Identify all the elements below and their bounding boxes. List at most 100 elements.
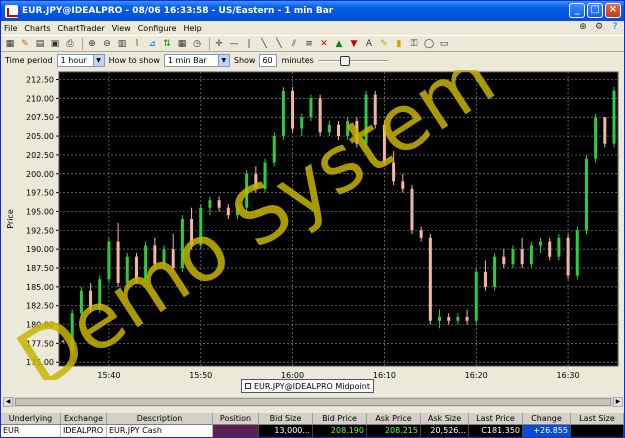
- candle-body: [502, 256, 506, 265]
- close-button[interactable]: ×: [605, 3, 621, 18]
- candle-body: [447, 317, 451, 321]
- cell-exchange: IDEALPRO: [61, 425, 107, 437]
- cell-last-size: [571, 425, 624, 437]
- gear-icon[interactable]: ⚙: [594, 22, 604, 32]
- menu-view[interactable]: View: [112, 24, 131, 33]
- chart-window: EUR.JPY@IDEALPRO - 08/06 16:33:58 - US/E…: [0, 0, 625, 438]
- menu-charttrader[interactable]: ChartTrader: [58, 24, 105, 33]
- y-tick-label: 200.00: [26, 170, 54, 179]
- y-tick-label: 205.00: [26, 132, 54, 141]
- bar-type-icon[interactable]: ▥: [116, 38, 128, 50]
- column-header[interactable]: Ask Price: [367, 413, 421, 425]
- x-tick-label: 15:50: [189, 371, 212, 380]
- cell-change: +26.855: [523, 425, 571, 437]
- x-tick-label: 16:10: [373, 371, 396, 380]
- column-header[interactable]: Description: [107, 413, 213, 425]
- menu-configure[interactable]: Configure: [138, 24, 177, 33]
- minimize-button[interactable]: _: [569, 3, 585, 18]
- how-to-show-select[interactable]: 1 min Bar ▼: [163, 54, 230, 67]
- delete-drawing-icon[interactable]: ✕: [318, 38, 330, 50]
- parallel-line-icon[interactable]: ⫽: [288, 38, 300, 50]
- study-icon[interactable]: ⊿: [146, 38, 158, 50]
- highlight-icon[interactable]: ▮: [393, 38, 405, 50]
- pencil-icon[interactable]: ✎: [378, 38, 390, 50]
- column-header[interactable]: Underlying: [1, 413, 61, 425]
- chart-area[interactable]: 175.00 177.50 180.00 182.50 185.00 187.50 190.…: [1, 70, 624, 400]
- y-tick-label: 185.00: [26, 283, 54, 292]
- maximize-button[interactable]: □: [587, 3, 603, 18]
- y-tick-label: 207.50: [26, 113, 54, 122]
- open-icon[interactable]: ▤: [34, 38, 46, 50]
- arrow-up-icon[interactable]: ▲: [333, 38, 345, 50]
- zoom-out-icon[interactable]: ⊖: [101, 38, 113, 50]
- rectangle-icon[interactable]: ▭: [438, 38, 450, 50]
- candle-body: [456, 317, 460, 321]
- new-chart-icon[interactable]: ▦: [4, 38, 16, 50]
- trend-line-icon[interactable]: ╲: [258, 38, 270, 50]
- text-icon[interactable]: A: [363, 38, 375, 50]
- time-period-select[interactable]: 1 hour ▼: [56, 54, 105, 67]
- menu-bar: File Charts ChartTrader View Configure H…: [1, 21, 624, 35]
- y-tick-label: 190.00: [26, 245, 54, 254]
- candle-body: [401, 181, 405, 189]
- save-icon[interactable]: ▣: [49, 38, 61, 50]
- candle-body: [566, 237, 570, 276]
- cell-ask-size: 20,526...: [421, 425, 469, 437]
- data-icon[interactable]: ▦: [176, 38, 188, 50]
- show-minutes-input[interactable]: 60: [259, 54, 278, 67]
- candle-body: [419, 230, 423, 238]
- column-header[interactable]: Change: [523, 413, 571, 425]
- column-header[interactable]: Bid Price: [313, 413, 367, 425]
- candle-body: [309, 98, 313, 118]
- column-header[interactable]: Ask Size: [421, 413, 469, 425]
- candle-body: [410, 188, 414, 231]
- column-header[interactable]: Last Size: [571, 413, 624, 425]
- fibonacci-icon[interactable]: ≡: [303, 38, 315, 50]
- print-icon[interactable]: ⎙: [64, 38, 76, 50]
- arrow-down-icon[interactable]: ▼: [348, 38, 360, 50]
- lock-icon[interactable]: ⚿: [408, 38, 420, 50]
- table-row[interactable]: EUR IDEALPRO EUR.JPY Cash 13,000... 208.…: [1, 425, 624, 437]
- cell-ask-price: 208.215: [367, 425, 421, 437]
- minutes-label: minutes: [281, 56, 314, 65]
- title-bar[interactable]: EUR.JPY@IDEALPRO - 08/06 16:33:58 - US/E…: [1, 1, 624, 21]
- column-header[interactable]: Position: [213, 413, 259, 425]
- menu-help[interactable]: Help: [184, 24, 202, 33]
- candle-body: [557, 237, 561, 257]
- column-header[interactable]: Exchange: [61, 413, 107, 425]
- horizontal-scrollbar[interactable]: ◀ ▶: [3, 397, 623, 407]
- help-icon[interactable]: ?: [610, 22, 620, 32]
- chart-settings-icon[interactable]: ✎: [19, 38, 31, 50]
- zoom-slider[interactable]: [317, 54, 388, 67]
- candle-body: [300, 117, 304, 129]
- target-icon[interactable]: ⊕: [578, 22, 588, 32]
- candle-body: [520, 249, 524, 265]
- scroll-left-icon[interactable]: ◀: [3, 397, 13, 407]
- candle-body: [483, 271, 487, 287]
- menu-file[interactable]: File: [4, 24, 17, 33]
- column-header[interactable]: Bid Size: [259, 413, 313, 425]
- vertical-line-icon[interactable]: |: [243, 38, 255, 50]
- zoom-in-icon[interactable]: ⊕: [86, 38, 98, 50]
- crosshair-icon[interactable]: ✛: [213, 38, 225, 50]
- price-chart[interactable]: 175.00177.50180.00182.50185.00187.50190.…: [1, 70, 624, 380]
- scroll-thumb[interactable]: [15, 398, 611, 406]
- ellipse-icon[interactable]: ◯: [423, 38, 435, 50]
- y-axis-label: Price: [6, 209, 15, 229]
- ray-line-icon[interactable]: ╲: [273, 38, 285, 50]
- horizontal-line-icon[interactable]: —: [228, 38, 240, 50]
- chart-legend[interactable]: EUR.JPY@IDEALPRO Midpoint: [241, 379, 374, 393]
- menu-charts[interactable]: Charts: [24, 24, 50, 33]
- column-header[interactable]: Last Price: [469, 413, 523, 425]
- slider-thumb[interactable]: [339, 56, 350, 66]
- market-data-table: Underlying Exchange Description Position…: [1, 413, 624, 437]
- scroll-right-icon[interactable]: ▶: [613, 397, 623, 407]
- clock-icon[interactable]: ◷: [191, 38, 203, 50]
- candle-body: [281, 90, 285, 137]
- y-tick-label: 202.50: [26, 151, 54, 160]
- indicator-icon[interactable]: ⌇: [131, 38, 143, 50]
- cell-underlying: EUR: [1, 425, 61, 437]
- compare-icon[interactable]: ⇅: [161, 38, 173, 50]
- candle-body: [548, 241, 552, 257]
- y-tick-label: 212.50: [26, 76, 54, 85]
